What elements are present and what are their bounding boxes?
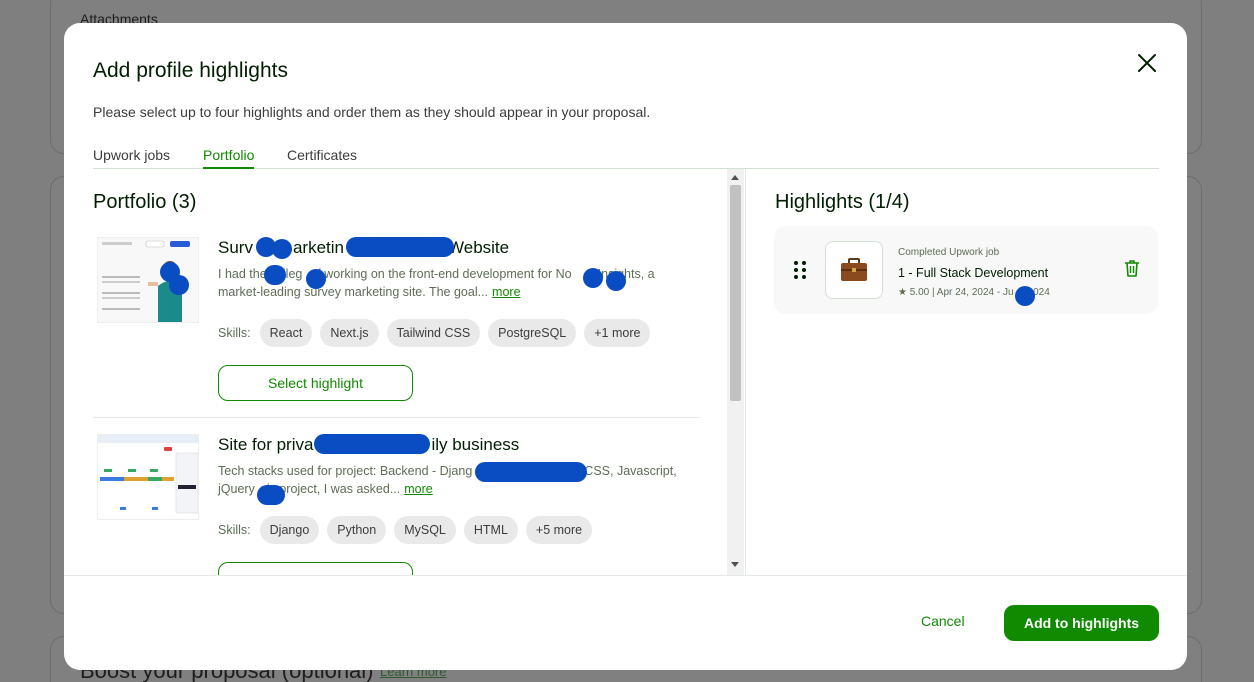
tab-portfolio[interactable]: Portfolio [203, 147, 255, 169]
scroll-thumb[interactable] [730, 185, 741, 401]
portfolio-item-description: Tech stacks used for project: Backend - … [218, 464, 677, 496]
close-icon [1138, 54, 1156, 72]
redaction-mark [272, 239, 292, 259]
pane-divider [745, 169, 746, 575]
skills-row: Skills: Django Python MySQL HTML +5 more [218, 516, 593, 544]
skills-row: Skills: React Next.js Tailwind CSS Postg… [218, 319, 651, 347]
redaction-mark [264, 265, 286, 285]
more-link[interactable]: more [404, 482, 432, 496]
select-highlight-button[interactable]: Select highlight [218, 562, 413, 575]
skill-chip[interactable]: React [259, 319, 313, 347]
redaction-mark [169, 275, 189, 295]
tab-certificates[interactable]: Certificates [287, 147, 357, 169]
redaction-mark [346, 237, 454, 257]
skill-chip[interactable]: Django [259, 516, 320, 544]
more-skills-chip[interactable]: +5 more [525, 516, 593, 544]
modal-subtitle: Please select up to four highlights and … [93, 104, 651, 120]
skill-chip[interactable]: Python [327, 516, 387, 544]
skill-chip[interactable]: MySQL [394, 516, 456, 544]
skill-chip[interactable]: PostgreSQL [488, 319, 577, 347]
add-to-highlights-button[interactable]: Add to highlights [1004, 605, 1159, 641]
cancel-button[interactable]: Cancel [921, 613, 965, 629]
select-highlight-button[interactable]: Select highlight [218, 365, 413, 401]
portfolio-list[interactable]: Portfolio (3) Surv arketin Website I had… [64, 169, 745, 575]
redaction-mark [306, 269, 326, 289]
drag-handle-icon[interactable] [793, 260, 807, 280]
scrollbar[interactable] [727, 169, 744, 575]
close-button[interactable] [1136, 52, 1158, 74]
redaction-mark [606, 271, 626, 291]
scroll-down-arrow-icon[interactable] [731, 562, 739, 567]
redaction-mark [257, 485, 285, 505]
skills-label: Skills: [218, 326, 251, 340]
redaction-mark [314, 434, 430, 454]
scroll-up-arrow-icon[interactable] [731, 175, 739, 180]
trash-icon [1125, 260, 1139, 277]
redaction-mark [475, 462, 587, 482]
modal-title: Add profile highlights [93, 59, 288, 82]
highlight-name: 1 - Full Stack Development [898, 266, 1049, 280]
add-highlights-modal: Add profile highlights Please select up … [64, 23, 1187, 670]
briefcase-icon [825, 241, 883, 299]
skill-chip[interactable]: Next.js [320, 319, 379, 347]
skills-label: Skills: [218, 523, 251, 537]
highlights-title: Highlights (1/4) [775, 191, 910, 213]
tab-bar: Upwork jobs Portfolio Certificates [93, 147, 1159, 169]
footer-divider [64, 575, 1187, 576]
skill-chip[interactable]: Tailwind CSS [386, 319, 481, 347]
highlight-card[interactable]: Completed Upwork job 1 - Full Stack Deve… [774, 226, 1158, 314]
divider [93, 417, 700, 418]
skill-chip[interactable]: HTML [463, 516, 518, 544]
tab-upwork-jobs[interactable]: Upwork jobs [93, 147, 170, 169]
redaction-mark [1015, 286, 1035, 306]
highlight-type: Completed Upwork job [898, 247, 1000, 258]
portfolio-title: Portfolio (3) [93, 191, 197, 213]
portfolio-thumbnail [97, 434, 199, 520]
delete-button[interactable] [1124, 259, 1140, 277]
redaction-mark [583, 268, 603, 288]
more-skills-chip[interactable]: +1 more [584, 319, 651, 347]
more-link[interactable]: more [492, 285, 520, 299]
